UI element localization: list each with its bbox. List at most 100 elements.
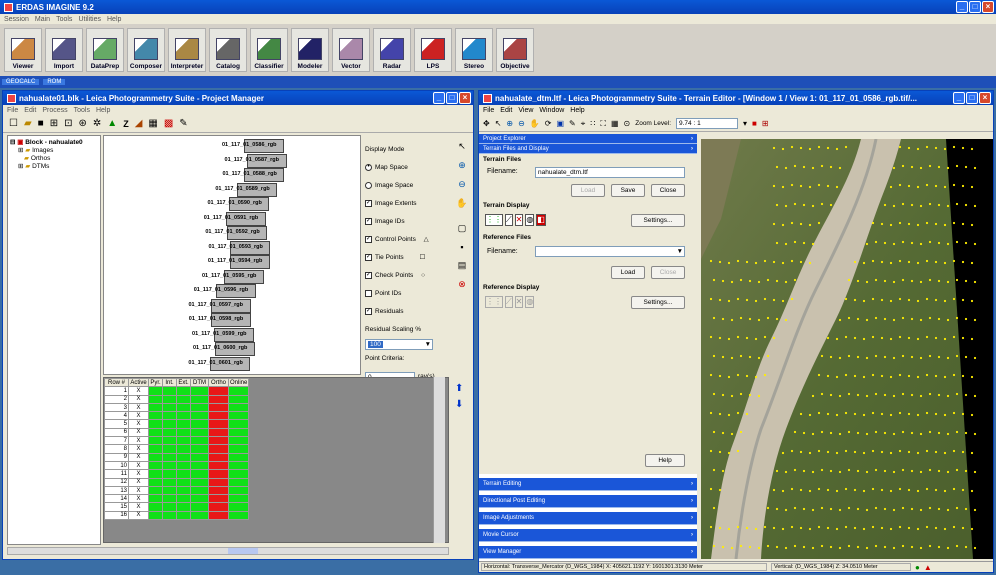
pm-hscroll[interactable] — [7, 547, 449, 555]
tie-point-icon[interactable]: ✲ — [93, 118, 101, 129]
toolbar-interpreter-button[interactable]: Interpreter — [168, 28, 206, 72]
active-cell[interactable]: X — [128, 469, 149, 479]
active-cell[interactable]: X — [128, 411, 149, 421]
table-row[interactable]: 3X — [104, 402, 250, 413]
pencil-icon[interactable]: ✎ — [569, 119, 576, 128]
active-cell[interactable]: X — [128, 419, 149, 429]
table-row[interactable]: 1X — [104, 386, 250, 396]
active-cell[interactable]: X — [128, 452, 149, 462]
toolbar-viewer-button[interactable]: Viewer — [4, 28, 42, 72]
table-row[interactable]: 9X — [104, 452, 250, 462]
toolbar-modeler-button[interactable]: Modeler — [291, 28, 329, 72]
te-pan-icon[interactable]: ✋ — [530, 119, 540, 128]
te-menu-window[interactable]: Window — [539, 107, 564, 114]
option-point-ids[interactable]: Point IDs — [365, 285, 455, 303]
z-icon[interactable]: Z — [123, 119, 129, 129]
load-button[interactable]: Load — [571, 184, 605, 197]
pm-menu-help[interactable]: Help — [96, 107, 110, 114]
menu-utilities[interactable]: Utilities — [78, 16, 101, 23]
te-maximize-button[interactable]: □ — [966, 92, 978, 104]
pm-close-button[interactable]: × — [459, 92, 471, 104]
active-cell[interactable]: X — [128, 494, 149, 504]
pm-menu-tools[interactable]: Tools — [74, 107, 90, 114]
terrain-settings-button[interactable]: Settings... — [631, 214, 685, 227]
option-image-ids[interactable]: ✓ Image IDs — [365, 213, 455, 231]
breakline-display-icon[interactable]: ⟋ — [505, 214, 513, 226]
taskbar-item-geocalc[interactable]: GEOCALC — [2, 79, 40, 85]
maximize-button[interactable]: □ — [969, 1, 981, 13]
active-cell[interactable]: X — [128, 460, 149, 471]
col-header[interactable]: Online — [227, 378, 250, 388]
active-cell[interactable]: X — [128, 402, 149, 413]
toolbar-import-button[interactable]: Import — [45, 28, 83, 72]
select-icon[interactable]: ↖ — [495, 119, 502, 128]
col-header[interactable]: Pyr. — [148, 378, 163, 388]
section-directional-post-editing[interactable]: Directional Post Editing › — [479, 495, 697, 508]
table-row[interactable]: 7X — [104, 436, 250, 446]
select-arrow-icon[interactable]: ↖ — [458, 141, 466, 152]
pm-maximize-button[interactable]: □ — [446, 92, 458, 104]
active-cell[interactable]: X — [128, 427, 149, 438]
zoom-level-select[interactable]: 9.74 : 1 — [676, 118, 739, 129]
new-icon[interactable]: ☐ — [9, 118, 18, 129]
open-icon[interactable]: ▰ — [24, 118, 32, 129]
edit-icon[interactable]: ✎ — [179, 118, 187, 129]
contour-display-icon[interactable]: ◍ — [525, 214, 535, 226]
te-menu-file[interactable]: File — [483, 107, 494, 114]
zoom-out-icon[interactable]: ⊖ — [458, 179, 466, 190]
taskbar-item-rom[interactable]: ROM — [43, 79, 66, 85]
dtm-icon[interactable]: ◢ — [135, 118, 143, 129]
section-image-adjustments[interactable]: Image Adjustments › — [479, 512, 697, 525]
tin-display-icon[interactable]: ✕ — [514, 214, 524, 226]
active-cell[interactable]: X — [128, 485, 149, 496]
section-project-explorer[interactable]: Project Explorer › — [479, 134, 697, 144]
ref-points-icon[interactable]: ⋮⋮ — [485, 296, 503, 308]
te-zoom-out-icon[interactable]: ⊖ — [518, 119, 525, 128]
active-cell[interactable]: X — [128, 502, 149, 512]
section-view-manager[interactable]: View Manager › — [479, 546, 697, 559]
move-up-icon[interactable]: ⬆ — [455, 383, 463, 394]
help-button[interactable]: Help — [645, 454, 685, 467]
save-button[interactable]: Save — [611, 184, 645, 197]
pointer-icon[interactable]: ✥ — [483, 119, 490, 128]
table-row[interactable]: 5X — [104, 419, 250, 429]
ref-load-button[interactable]: Load — [611, 266, 645, 279]
block-graphic[interactable]: 01_117_01_0586_rgb 01_117_01_0587_rgb 01_1… — [103, 135, 361, 375]
map-space-radio[interactable]: • Map Space — [365, 159, 455, 177]
setup-icon[interactable]: ⊞ — [50, 118, 58, 129]
toolbar-vector-button[interactable]: Vector — [332, 28, 370, 72]
table-row[interactable]: 8X — [104, 444, 250, 454]
section-terrain-files-display[interactable]: Terrain Files and Display › — [479, 144, 697, 154]
option-control-points[interactable]: ✓ Control Points △ — [365, 231, 455, 249]
col-header[interactable]: Ortho — [208, 378, 229, 388]
reset-icon[interactable]: ⊗ — [458, 279, 466, 290]
option-tie-points[interactable]: ✓ Tie Points ☐ — [365, 249, 455, 267]
fit-window-icon[interactable]: ⛶ — [600, 119, 606, 129]
ref-contour-icon[interactable]: ◍ — [525, 296, 535, 308]
te-zoom-in-icon[interactable]: ⊕ — [506, 119, 513, 128]
color-icon[interactable]: ■ — [752, 119, 757, 128]
te-menu-edit[interactable]: Edit — [500, 107, 512, 114]
image-space-radio[interactable]: Image Space — [365, 177, 455, 195]
te-close-button[interactable]: × — [979, 92, 991, 104]
residual-scaling-select[interactable]: 100 ▼ — [365, 339, 433, 350]
menu-session[interactable]: Session — [4, 16, 29, 23]
pm-menu-edit[interactable]: Edit — [24, 107, 36, 114]
tree-item-images[interactable]: ⊞ ▰ Images — [18, 146, 98, 154]
close-button[interactable]: × — [982, 1, 994, 13]
close-file-button[interactable]: Close — [651, 184, 685, 197]
table-vscroll[interactable] — [433, 377, 445, 543]
table-row[interactable]: 6X — [104, 427, 250, 438]
move-down-icon[interactable]: ⬇ — [455, 399, 463, 410]
active-cell[interactable]: X — [128, 394, 149, 404]
image-viewer[interactable] — [701, 139, 993, 559]
toolbar-lps-button[interactable]: LPS — [414, 28, 452, 72]
ref-tin-icon[interactable]: ✕ — [514, 296, 524, 308]
active-cell[interactable]: X — [128, 436, 149, 446]
ortho-icon[interactable]: ▦ — [148, 118, 157, 129]
toolbar-radar-button[interactable]: Radar — [373, 28, 411, 72]
refresh-icon[interactable]: ⟳ — [545, 119, 552, 128]
ref-breakline-icon[interactable]: ⟋ — [505, 296, 513, 308]
tree-root[interactable]: ⊟ ▣ Block - nahualate0 — [10, 138, 98, 146]
zoom-dropdown-icon[interactable]: ▾ — [743, 119, 747, 128]
